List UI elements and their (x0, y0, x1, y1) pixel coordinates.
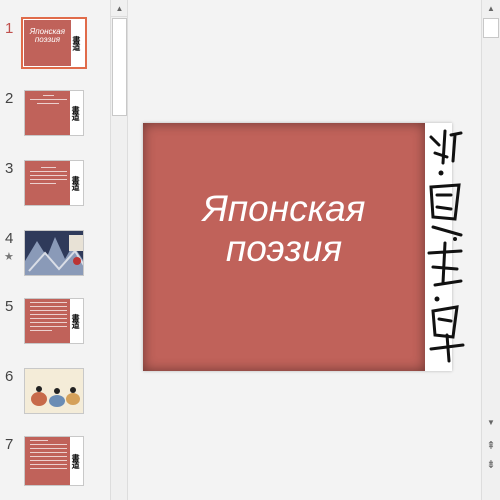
editing-scrollbar[interactable]: ▲ ▼ ⇞ ⇟ (481, 0, 500, 500)
slide-editing-area: Японская поэзия (129, 0, 481, 500)
text-lines (29, 301, 67, 334)
slide-number: 1 (5, 20, 14, 37)
slide-preview[interactable]: 書道 (24, 436, 84, 486)
calligraphy-drawing (427, 129, 465, 363)
calligraphy-image: 書道 (70, 91, 83, 135)
scroll-up-icon[interactable]: ▲ (111, 0, 128, 17)
slide-thumbnail-7[interactable]: 7 書道 (0, 436, 110, 496)
slide-number: 2 (5, 90, 14, 107)
calligraphy-image: 書道 (70, 161, 83, 205)
calligraphy-image: 書道 (70, 437, 83, 485)
slide-number: 7 (5, 436, 14, 453)
painting-image (25, 369, 83, 413)
current-slide[interactable]: Японская поэзия (143, 123, 465, 371)
next-slide-icon[interactable]: ⇟ (482, 456, 500, 473)
slide-preview[interactable]: 書道 (24, 160, 84, 206)
calligraphy-image: 書道 (70, 20, 84, 66)
scrollbar-thumb[interactable] (112, 18, 127, 116)
slide-preview[interactable]: Японская поэзия 書道 (21, 17, 87, 69)
slide-title[interactable]: Японская поэзия (143, 189, 425, 269)
thumbnails-scrollbar[interactable]: ▲ (110, 0, 128, 500)
slide-thumbnail-3[interactable]: 3 書道 (0, 160, 110, 220)
text-lines (29, 439, 67, 472)
slide-thumbnail-2[interactable]: 2 書道 (0, 90, 110, 150)
slide-preview[interactable] (24, 230, 84, 276)
painting-image (25, 231, 83, 275)
animation-star-icon: ★ (4, 251, 14, 263)
slide-number: 3 (5, 160, 14, 177)
slide-thumbnail-4[interactable]: 4 ★ (0, 230, 110, 290)
slide-preview[interactable]: 書道 (24, 90, 84, 136)
scroll-down-icon[interactable]: ▼ (482, 414, 500, 431)
slide-thumbnails-pane: 1 Японская поэзия 書道 2 書道 3 書道 4 ★ 5 書道 … (0, 0, 110, 500)
text-lines (29, 95, 67, 107)
slide-number: 4 (5, 230, 14, 247)
scrollbar-thumb[interactable] (483, 18, 499, 38)
slide-thumbnail-5[interactable]: 5 書道 (0, 298, 110, 358)
scroll-up-icon[interactable]: ▲ (482, 0, 500, 17)
calligraphy-image (425, 123, 465, 371)
powerpoint-window: 1 Японская поэзия 書道 2 書道 3 書道 4 ★ 5 書道 … (0, 0, 500, 500)
text-lines (29, 167, 67, 187)
calligraphy-image: 書道 (70, 299, 83, 343)
previous-slide-icon[interactable]: ⇞ (482, 437, 500, 454)
slide-number: 5 (5, 298, 14, 315)
slide-preview[interactable] (24, 368, 84, 414)
slide-thumbnail-6[interactable]: 6 (0, 368, 110, 428)
thumbnail-title: Японская поэзия (29, 27, 66, 45)
slide-preview[interactable]: 書道 (24, 298, 84, 344)
slide-thumbnail-1[interactable]: 1 Японская поэзия 書道 (0, 17, 110, 80)
slide-number: 6 (5, 368, 14, 385)
